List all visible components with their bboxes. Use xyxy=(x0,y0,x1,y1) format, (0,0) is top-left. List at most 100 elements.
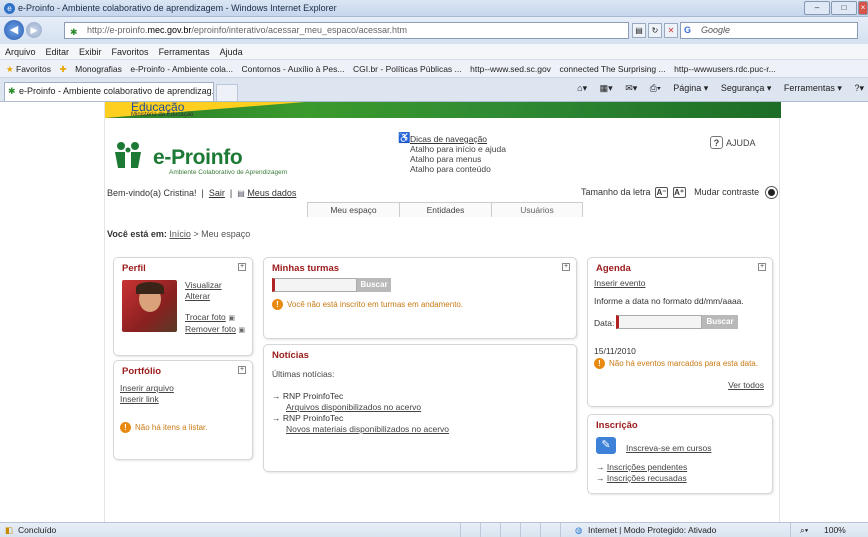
turmas-title: Minhas turmas xyxy=(272,263,340,274)
ministry-label: Ministério da Educação xyxy=(131,112,194,118)
perfil-edit-link[interactable]: Alterar xyxy=(185,291,245,302)
font-decrease-button[interactable]: A⁻ xyxy=(655,187,669,198)
url-path: /eproinfo/interativo/acessar_meu_espaco/… xyxy=(191,25,408,35)
enroll-link[interactable]: Inscreva-se em cursos xyxy=(626,443,712,453)
menu-favoritos[interactable]: Favoritos xyxy=(112,44,149,59)
portfolio-toggle-icon[interactable]: + xyxy=(238,366,246,374)
perfil-view-link[interactable]: Visualizar xyxy=(185,280,245,291)
menu-exibir[interactable]: Exibir xyxy=(79,44,102,59)
see-all-link[interactable]: Ver todos xyxy=(728,380,764,390)
browser-tab[interactable]: ✱ e-Proinfo - Ambiente colaborativo de a… xyxy=(4,82,214,101)
refresh-icon[interactable]: ↻ xyxy=(648,23,662,38)
new-tab-button[interactable] xyxy=(216,84,238,101)
agenda-no-events: Não há eventos marcados para esta data. xyxy=(609,359,758,368)
google-icon: G xyxy=(684,25,697,36)
command-bar: ⌂▾ ▦▾ ✉▾ ⎙▾ Página ▾ Segurança ▾ Ferrame… xyxy=(567,83,864,94)
print-icon[interactable]: ⎙▾ xyxy=(650,83,661,93)
favorite-link[interactable]: Contornos - Auxílio à Pes... xyxy=(241,60,344,77)
enroll-icon[interactable]: ✎ xyxy=(596,437,616,454)
menu-ferramentas-cmd[interactable]: Ferramentas ▾ xyxy=(784,83,842,93)
favorite-link[interactable]: connected The Surprising ... xyxy=(559,60,665,77)
change-photo-link[interactable]: Trocar foto xyxy=(185,312,226,322)
insert-event-link[interactable]: Inserir evento xyxy=(594,278,646,288)
warning-icon: ! xyxy=(272,299,283,311)
menu-editar[interactable]: Editar xyxy=(46,44,70,59)
nav-meu-espaco[interactable]: Meu espaço xyxy=(307,202,399,217)
favorites-bar: ★ Favoritos ✚ Monografias e-Proinfo - Am… xyxy=(0,60,868,78)
date-input[interactable] xyxy=(616,315,702,329)
turmas-search-input[interactable] xyxy=(272,278,357,292)
shortcut-menus[interactable]: Atalho para menus xyxy=(410,154,506,164)
compat-view-icon[interactable]: ▤ xyxy=(632,23,646,38)
agenda-search-button[interactable]: Buscar xyxy=(702,315,738,329)
mydata-link[interactable]: Meus dados xyxy=(247,188,296,198)
insert-file-link[interactable]: Inserir arquivo xyxy=(120,383,174,394)
mydata-icon: ▤ xyxy=(237,189,245,198)
news-headline-link[interactable]: Arquivos disponibilizados no acervo xyxy=(286,402,421,412)
stop-icon[interactable]: ✕ xyxy=(664,23,678,38)
turmas-message: Você não está inscrito em turmas em anda… xyxy=(287,300,464,309)
perfil-panel: Perfil + Visualizar Alterar Trocar foto … xyxy=(113,257,253,356)
logout-link[interactable]: Sair xyxy=(209,188,225,198)
back-button[interactable]: ◀ xyxy=(4,20,24,40)
security-zone[interactable]: Internet | Modo Protegido: Ativado xyxy=(588,523,716,537)
help-button[interactable]: ? AJUDA xyxy=(710,136,756,149)
nav-entidades[interactable]: Entidades xyxy=(399,202,491,217)
navigation-tips-link[interactable]: Dicas de navegação xyxy=(410,134,506,144)
contrast-icon[interactable] xyxy=(764,186,778,200)
refused-link[interactable]: Inscrições recusadas xyxy=(607,473,687,483)
shortcut-content[interactable]: Atalho para conteúdo xyxy=(410,164,506,174)
star-icon: ★ xyxy=(6,64,14,74)
font-increase-button[interactable]: A⁺ xyxy=(672,187,686,198)
font-size-label: Tamanho da letra xyxy=(581,187,651,197)
nav-usuarios[interactable]: Usuários xyxy=(491,202,583,217)
favorite-link[interactable]: http--www.sed.sc.gov xyxy=(470,60,551,77)
menu-ferramentas[interactable]: Ferramentas xyxy=(159,44,210,59)
home-icon[interactable]: ⌂▾ xyxy=(577,83,587,93)
forward-button[interactable]: ▶ xyxy=(26,22,42,38)
add-favorite-icon[interactable]: ✚ xyxy=(59,60,66,77)
shortcut-home-help[interactable]: Atalho para início e ajuda xyxy=(410,144,506,154)
minimize-button[interactable]: – xyxy=(804,1,830,15)
font-decrease-label: A xyxy=(656,188,663,197)
maximize-button[interactable]: □ xyxy=(831,1,857,15)
favorite-link[interactable]: e-Proinfo - Ambiente cola... xyxy=(130,60,233,77)
turmas-toggle-icon[interactable]: + xyxy=(562,263,570,271)
ministry-logo[interactable]: Educação Ministério da Educação xyxy=(131,102,193,118)
address-input[interactable]: ✱ http://e-proinfo.mec.gov.br/eproinfo/i… xyxy=(64,22,629,39)
news-headline-link[interactable]: Novos materiais disponibilizados no acer… xyxy=(286,424,449,434)
favorites-button[interactable]: ★ Favoritos xyxy=(6,60,51,77)
turmas-search-button[interactable]: Buscar xyxy=(357,278,391,292)
menu-ajuda[interactable]: Ajuda xyxy=(220,44,243,59)
breadcrumb-home-link[interactable]: Início xyxy=(169,229,191,239)
mail-icon[interactable]: ✉▾ xyxy=(625,83,637,93)
menu-seguranca[interactable]: Segurança ▾ xyxy=(721,83,772,93)
favorite-link[interactable]: Monografias xyxy=(75,60,122,77)
turmas-panel: Minhas turmas + Buscar ! Você não está in… xyxy=(263,257,577,339)
close-button[interactable]: × xyxy=(858,1,868,15)
favorite-link[interactable]: CGI.br - Políticas Públicas ... xyxy=(353,60,462,77)
zoom-level[interactable]: 100% xyxy=(824,523,846,537)
status-bar: ◧ Concluído ◍ Internet | Modo Protegido:… xyxy=(0,522,868,537)
noticias-subtitle: Últimas notícias: xyxy=(272,369,335,379)
help-icon[interactable]: ?▾ xyxy=(854,83,864,93)
pending-link[interactable]: Inscrições pendentes xyxy=(607,462,687,472)
favorite-link[interactable]: http--wwwusers.rdc.puc-r... xyxy=(674,60,776,77)
agenda-toggle-icon[interactable]: + xyxy=(758,263,766,271)
ministry-banner xyxy=(105,102,781,118)
contrast-label[interactable]: Mudar contraste xyxy=(694,187,759,197)
search-input[interactable]: G Google xyxy=(680,22,858,39)
globe-icon: ◍ xyxy=(575,525,583,535)
done-icon: ◧ xyxy=(5,525,14,535)
breadcrumb-current: > Meu espaço xyxy=(193,229,251,239)
perfil-toggle-icon[interactable]: + xyxy=(238,263,246,271)
user-bar: Bem-vindo(a) Cristina! | Sair | ▤ Meus dados xyxy=(107,188,297,198)
remove-photo-link[interactable]: Remover foto xyxy=(185,324,236,334)
menu-arquivo[interactable]: Arquivo xyxy=(5,44,36,59)
feeds-icon[interactable]: ▦▾ xyxy=(600,83,613,93)
news-source: RNP ProinfoTec xyxy=(282,413,344,423)
menu-pagina[interactable]: Página ▾ xyxy=(673,83,708,93)
insert-link-link[interactable]: Inserir link xyxy=(120,394,174,405)
zoom-icon[interactable]: ⌕▾ xyxy=(800,523,808,537)
brand-title[interactable]: e-Proinfo xyxy=(153,146,243,170)
